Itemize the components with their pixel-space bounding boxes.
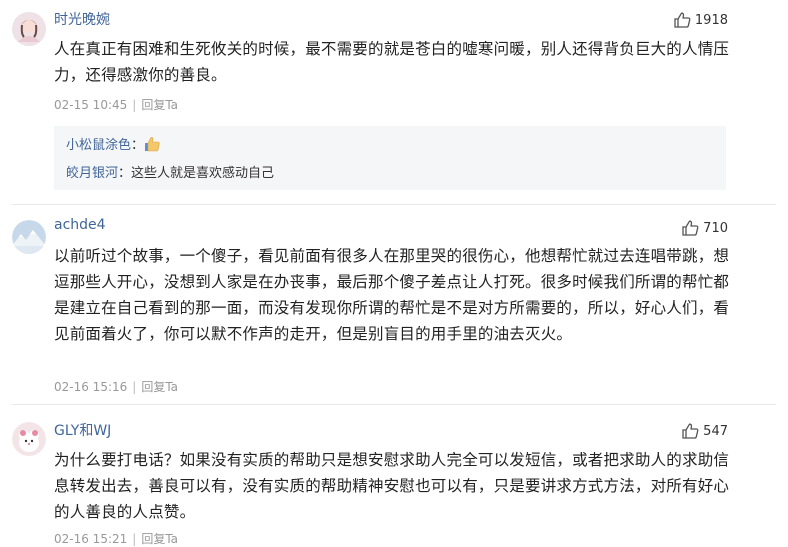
username[interactable]: 时光晚婉 <box>54 9 110 29</box>
like-button[interactable]: 1918 <box>674 12 728 28</box>
reply-username[interactable]: 皎月银河 <box>66 166 118 181</box>
thumbs-up-icon <box>682 423 699 439</box>
username[interactable]: achde4 <box>54 217 106 233</box>
reply-colon: ： <box>118 166 132 181</box>
reply-button[interactable]: 回复Ta <box>141 380 178 394</box>
meta-separator: | <box>132 98 137 112</box>
comment-meta: 02-16 15:21 | 回复Ta <box>54 530 178 547</box>
comment-time: 02-15 10:45 <box>54 98 128 112</box>
divider <box>12 204 776 205</box>
username[interactable]: GLY和WJ <box>54 420 111 440</box>
comment-time: 02-16 15:16 <box>54 380 128 394</box>
comment-meta: 02-16 15:16 | 回复Ta <box>54 378 178 395</box>
reply-item: 小松鼠涂色： <box>66 134 160 156</box>
reply-item: 皎月银河：这些人就是喜欢感动自己 <box>66 162 274 181</box>
meta-separator: | <box>132 380 137 394</box>
like-count: 547 <box>703 423 728 439</box>
comment-text: 为什么要打电话？如果没有实质的帮助只是想安慰求助人完全可以发短信，或者把求助人的… <box>54 451 730 521</box>
avatar[interactable] <box>12 12 46 46</box>
comment-text: 人在真正有困难和生死攸关的时候，最不需要的就是苍白的嘘寒问暖，别人还得背负巨大的… <box>54 40 730 84</box>
like-button[interactable]: 547 <box>682 423 728 439</box>
like-count: 710 <box>703 220 728 236</box>
thumbs-up-emoji <box>144 136 160 156</box>
reply-button[interactable]: 回复Ta <box>141 98 178 112</box>
thumbs-up-icon <box>674 12 691 28</box>
reply-colon: ： <box>131 138 145 153</box>
comment-text: 以前听过个故事，一个傻子，看见前面有很多人在那里哭的很伤心，他想帮忙就过去连唱带… <box>54 247 730 343</box>
divider <box>12 404 776 405</box>
comment-meta: 02-15 10:45 | 回复Ta <box>54 96 178 113</box>
reply-list: 小松鼠涂色： 皎月银河：这些人就是喜欢感动自己 <box>54 126 726 190</box>
reply-text: 这些人就是喜欢感动自己 <box>131 166 275 181</box>
reply-username[interactable]: 小松鼠涂色 <box>66 138 131 153</box>
avatar[interactable] <box>12 422 46 456</box>
reply-button[interactable]: 回复Ta <box>141 532 178 546</box>
like-count: 1918 <box>694 12 728 28</box>
avatar[interactable] <box>12 220 46 254</box>
comment-time: 02-16 15:21 <box>54 532 128 546</box>
meta-separator: | <box>132 532 137 546</box>
thumbs-up-icon <box>682 220 699 236</box>
like-button[interactable]: 710 <box>682 220 728 236</box>
